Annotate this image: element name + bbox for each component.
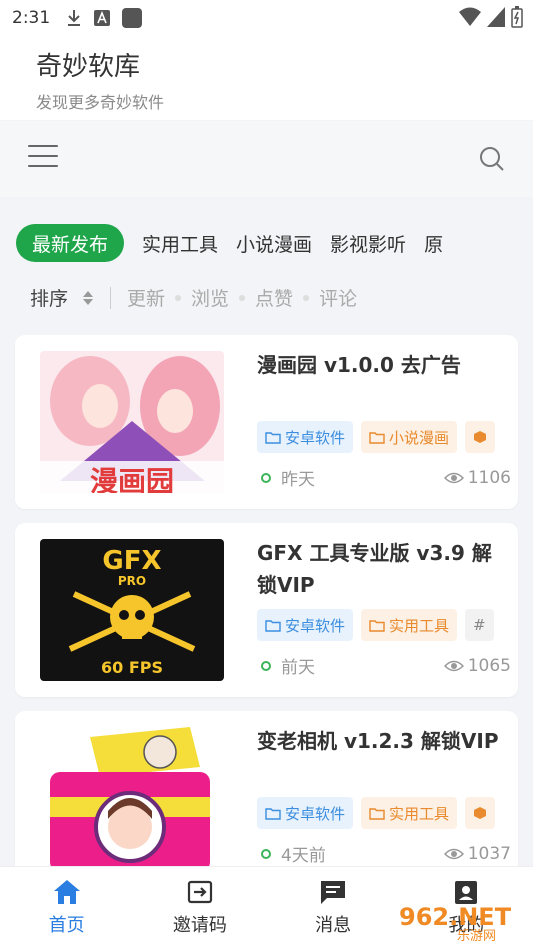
app-card[interactable]: 变老相机 v1.2.3 解锁VIP 安卓软件 实用工具 4天前 1037 (15, 711, 518, 885)
status-time: 2:31 (12, 8, 51, 28)
invite-icon (187, 880, 212, 904)
view-count: 1037 (467, 843, 511, 864)
view-count: 1106 (467, 467, 511, 488)
tab-novels-comics[interactable]: 小说漫画 (236, 224, 312, 262)
tab-tools[interactable]: 实用工具 (142, 224, 218, 262)
menu-icon[interactable] (28, 145, 58, 169)
app-subtitle: 发现更多奇妙软件 (36, 93, 165, 112)
tab-more[interactable]: 原 (424, 224, 443, 262)
thumb-title: GFX (102, 546, 161, 576)
thumb-title: 漫画园 (90, 465, 174, 493)
card-meta: 前天 1065 (261, 653, 511, 678)
sort-arrows-icon[interactable] (82, 289, 94, 307)
svg-text:962.NET: 962.NET (399, 903, 512, 931)
time-dot-icon (261, 848, 271, 859)
publish-time: 前天 (281, 658, 315, 678)
app-thumbnail: GFX PRO 60 FPS (40, 539, 224, 681)
tag-more[interactable] (465, 797, 496, 829)
tag-category[interactable]: 小说漫画 (361, 421, 458, 453)
watermark-logo: 962.NET 乐游网 (399, 903, 512, 943)
nav-invite[interactable]: 邀请码 (133, 867, 266, 949)
tab-video-audio[interactable]: 影视影听 (330, 224, 406, 262)
folder-icon (369, 807, 385, 820)
view-count: 1065 (467, 655, 511, 676)
download-icon (68, 10, 81, 26)
search-icon[interactable] (479, 146, 505, 172)
publish-time: 昨天 (281, 470, 315, 490)
app-thumbnail: 漫画园 (40, 351, 224, 493)
app-title-text: 变老相机 v1.2.3 解锁VIP (257, 729, 499, 753)
sort-option-views[interactable]: 浏览 (191, 284, 229, 311)
folder-icon (265, 807, 281, 820)
folder-icon (369, 431, 385, 444)
nav-messages[interactable]: 消息 (267, 867, 400, 949)
tag-android[interactable]: 安卓软件 (257, 797, 354, 829)
tag-list: 安卓软件 实用工具 # (257, 609, 503, 641)
svg-text:乐游网: 乐游网 (457, 929, 496, 943)
time-dot-icon (261, 472, 271, 483)
publish-time: 4天前 (281, 846, 326, 866)
sort-option-comments[interactable]: 评论 (319, 284, 357, 311)
box-icon (474, 431, 487, 443)
tag-category[interactable]: 实用工具 (361, 609, 458, 641)
nav-home[interactable]: 首页 (0, 867, 133, 949)
card-meta: 昨天 1106 (261, 465, 511, 490)
toolbar (0, 121, 533, 197)
status-bar: 2:31 (0, 0, 533, 36)
sort-option-update[interactable]: 更新 (127, 284, 165, 311)
app-header: 奇妙软库 发现更多奇妙软件 (0, 36, 533, 120)
signal-icon (487, 7, 505, 27)
sort-row: 排序 更新 浏览 点赞 评论 (30, 284, 357, 311)
app-title-text: GFX 工具专业版 v3.9 解锁VIP (257, 541, 492, 597)
app-thumbnail (40, 727, 224, 869)
camera-cover-image (40, 727, 224, 869)
tag-android[interactable]: 安卓软件 (257, 609, 354, 641)
thumb-sub: PRO (118, 574, 146, 588)
font-app-icon (94, 10, 111, 26)
eye-icon (443, 472, 464, 483)
card-meta: 4天前 1037 (261, 841, 511, 866)
tag-hash[interactable]: # (465, 609, 494, 641)
sort-option-likes[interactable]: 点赞 (255, 284, 293, 311)
message-icon (321, 881, 346, 904)
tag-category[interactable]: 实用工具 (361, 797, 458, 829)
wifi-icon (459, 7, 481, 26)
app-title: 奇妙软库 (36, 52, 141, 82)
app-title-text: 漫画园 v1.0.0 去广告 (257, 353, 461, 377)
category-tabs: 最新发布 实用工具 小说漫画 影视影听 原 (16, 224, 533, 262)
manga-cover-image: 漫画园 (40, 351, 224, 493)
tag-list: 安卓软件 小说漫画 (257, 421, 503, 453)
gfx-cover-image: GFX PRO 60 FPS (40, 539, 224, 681)
folder-icon (369, 619, 385, 632)
eye-icon (443, 660, 464, 671)
tag-more[interactable] (465, 421, 496, 453)
thumb-fps: 60 FPS (101, 658, 163, 677)
folder-icon (265, 619, 281, 632)
tab-latest[interactable]: 最新发布 (16, 224, 125, 262)
folder-icon (265, 431, 281, 444)
time-dot-icon (261, 660, 271, 671)
home-icon (53, 880, 80, 904)
eye-icon (443, 848, 464, 859)
app-card[interactable]: GFX PRO 60 FPS GFX 工具专业版 v3.9 解锁VIP 安卓软件… (15, 523, 518, 697)
app-card[interactable]: 漫画园 漫画园 v1.0.0 去广告 安卓软件 小说漫画 昨天 1106 (15, 335, 518, 509)
sort-label[interactable]: 排序 (30, 284, 68, 311)
box-icon (474, 807, 487, 819)
battery-icon (511, 6, 523, 28)
tag-android[interactable]: 安卓软件 (257, 421, 354, 453)
app-square-icon (122, 8, 143, 28)
tag-list: 安卓软件 实用工具 (257, 797, 503, 829)
